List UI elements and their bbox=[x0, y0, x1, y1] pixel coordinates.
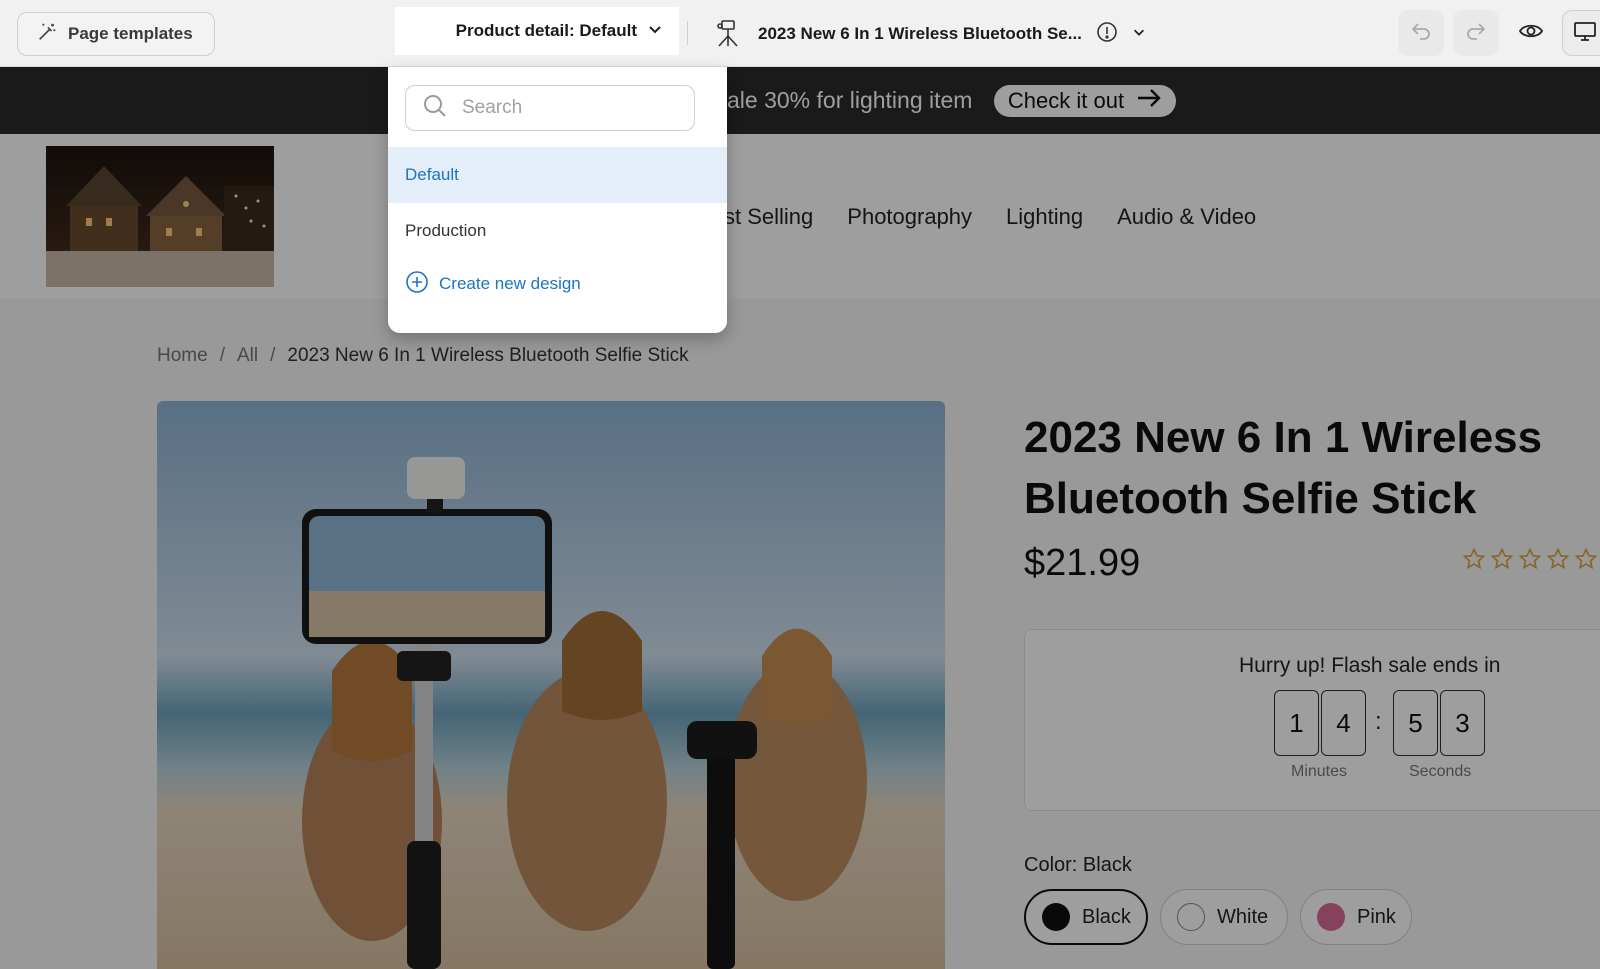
desktop-icon bbox=[1573, 19, 1597, 48]
modal-dim-overlay[interactable] bbox=[0, 67, 1600, 969]
editor-toolbar: Page templates Product detail: Default 2… bbox=[0, 0, 1600, 67]
page-templates-button[interactable]: Page templates bbox=[17, 12, 215, 56]
design-option-default[interactable]: Default bbox=[388, 147, 727, 203]
search-input[interactable] bbox=[462, 97, 662, 119]
product-picker[interactable]: 2023 New 6 In 1 Wireless Bluetooth Se... bbox=[712, 14, 1146, 54]
design-search-field[interactable] bbox=[405, 85, 695, 131]
preview-button[interactable] bbox=[1508, 10, 1554, 56]
design-selector-label: Product detail: Default bbox=[455, 21, 637, 40]
chevron-down-icon bbox=[647, 21, 663, 42]
store-preview-canvas: ale 30% for lighting item Check it out s… bbox=[0, 67, 1600, 969]
search-icon bbox=[422, 93, 448, 124]
undo-icon bbox=[1409, 19, 1433, 48]
eye-icon bbox=[1518, 18, 1544, 49]
magic-wand-icon bbox=[36, 21, 58, 48]
page-templates-label: Page templates bbox=[68, 24, 193, 43]
plus-circle-icon bbox=[405, 270, 429, 299]
create-new-design-label: Create new design bbox=[439, 274, 581, 293]
info-icon[interactable] bbox=[1096, 21, 1118, 48]
toolbar-divider bbox=[687, 21, 688, 45]
redo-button[interactable] bbox=[1453, 10, 1499, 56]
create-new-design-button[interactable]: Create new design bbox=[398, 256, 680, 312]
design-option-production[interactable]: Production bbox=[388, 203, 727, 259]
chevron-down-icon[interactable] bbox=[1132, 24, 1146, 44]
design-dropdown-menu: Default Production Create new design bbox=[388, 67, 727, 333]
redo-icon bbox=[1464, 19, 1488, 48]
product-thumbnail-icon bbox=[712, 18, 744, 50]
product-name: 2023 New 6 In 1 Wireless Bluetooth Se... bbox=[758, 24, 1082, 43]
desktop-view-button[interactable] bbox=[1562, 10, 1600, 56]
design-selector[interactable]: Product detail: Default bbox=[395, 7, 679, 55]
undo-button[interactable] bbox=[1398, 10, 1444, 56]
